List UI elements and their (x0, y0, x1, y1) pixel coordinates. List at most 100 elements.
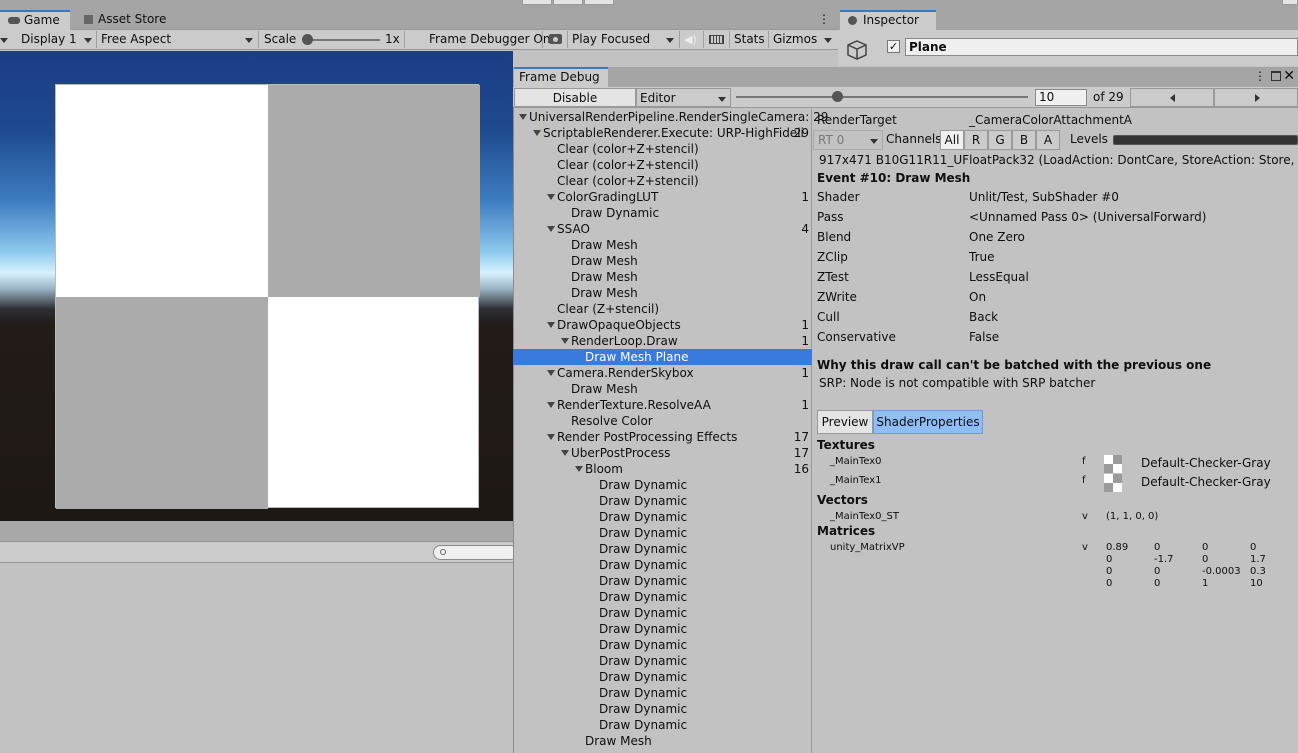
play-button[interactable] (522, 0, 552, 5)
event-index-field[interactable]: 10 (1035, 89, 1087, 106)
close-icon[interactable]: ✕ (1283, 68, 1295, 84)
tree-row[interactable]: ScriptableRenderer.Execute: URP-HighFide… (513, 125, 812, 141)
tree-row[interactable]: Bloom 16 (513, 461, 812, 477)
layout-button[interactable] (1282, 0, 1298, 5)
tree-row[interactable]: Draw Dynamic (513, 205, 812, 221)
tree-row[interactable]: Draw Mesh (513, 269, 812, 285)
pause-button[interactable] (553, 0, 583, 5)
channel-b-button[interactable]: B (1012, 130, 1036, 150)
tab-game[interactable]: Game (0, 10, 70, 30)
left-arrow-icon[interactable] (0, 30, 8, 49)
tree-row[interactable]: Draw Mesh Plane (513, 349, 812, 365)
tree-row[interactable]: Draw Mesh (513, 381, 812, 397)
channel-r-button[interactable]: R (964, 130, 988, 150)
tree-row[interactable]: Clear (color+Z+stencil) (513, 141, 812, 157)
scale-slider-track[interactable] (304, 39, 380, 41)
tree-row[interactable]: Draw Dynamic (513, 605, 812, 621)
expand-arrow-icon[interactable] (547, 194, 555, 200)
tree-row[interactable]: Draw Dynamic (513, 573, 812, 589)
tree-row[interactable]: Draw Dynamic (513, 669, 812, 685)
tree-row[interactable]: Draw Mesh (513, 285, 812, 301)
tree-row[interactable]: Draw Dynamic (513, 493, 812, 509)
tree-row[interactable]: UniversalRenderPipeline.RenderSingleCame… (513, 109, 828, 125)
gizmos-dropdown[interactable] (818, 30, 836, 49)
channel-all-button[interactable]: All (940, 130, 964, 150)
tree-row[interactable]: ColorGradingLUT 1 (513, 189, 812, 205)
tree-row[interactable]: Camera.RenderSkybox 1 (513, 365, 812, 381)
expand-arrow-icon[interactable] (561, 450, 569, 456)
channel-a-button[interactable]: A (1036, 130, 1060, 150)
expand-arrow-icon[interactable] (547, 402, 555, 408)
tree-row[interactable]: DrawOpaqueObjects 1 (513, 317, 812, 333)
event-slider-knob[interactable] (831, 91, 843, 102)
event-slider-track[interactable] (736, 96, 1028, 98)
tree-row[interactable]: RenderLoop.Draw 1 (513, 333, 812, 349)
keyboard-icon[interactable] (708, 30, 726, 49)
tree-row[interactable]: Draw Dynamic (513, 477, 812, 493)
play-focused-dropdown[interactable]: Play Focused (568, 30, 678, 49)
tree-row[interactable]: Draw Mesh (513, 733, 812, 749)
tab-frame-debug[interactable]: Frame Debug (514, 67, 608, 87)
tree-row[interactable]: Draw Dynamic (513, 621, 812, 637)
tree-row[interactable]: UberPostProcess 17 (513, 445, 812, 461)
scale-slider-knob[interactable] (302, 34, 313, 45)
previous-event-button[interactable] (1130, 88, 1214, 107)
next-event-button[interactable] (1214, 88, 1298, 107)
channel-g-button[interactable]: G (988, 130, 1012, 150)
tree-row[interactable]: Draw Dynamic (513, 653, 812, 669)
rt-dropdown[interactable]: RT 0 (813, 130, 883, 150)
target-dropdown[interactable]: Editor (636, 88, 731, 107)
tree-row-label: Draw Dynamic (599, 526, 688, 540)
levels-slider[interactable] (1113, 135, 1298, 145)
tree-row-count: 29 (793, 126, 809, 140)
tree-row[interactable]: Resolve Color (513, 413, 812, 429)
tree-row[interactable]: SSAO 4 (513, 221, 812, 237)
maximize-icon[interactable] (1271, 71, 1281, 81)
kebab-menu-icon[interactable]: ⋮ (818, 12, 830, 26)
tree-row[interactable]: Clear (color+Z+stencil) (513, 157, 812, 173)
tree-row[interactable]: Draw Mesh (513, 237, 812, 253)
expand-arrow-icon[interactable] (547, 370, 555, 376)
search-input[interactable] (433, 545, 518, 560)
expand-arrow-icon[interactable] (575, 466, 583, 472)
tree-row[interactable]: Render PostProcessing Effects 17 (513, 429, 812, 445)
tree-row[interactable]: Draw Dynamic (513, 701, 812, 717)
expand-arrow-icon[interactable] (547, 226, 555, 232)
step-button[interactable] (584, 0, 614, 5)
tree-row[interactable]: Clear (color+Z+stencil) (513, 173, 812, 189)
expand-arrow-icon[interactable] (519, 114, 527, 120)
expand-arrow-icon[interactable] (547, 434, 555, 440)
tab-shader-properties[interactable]: ShaderProperties (873, 410, 983, 434)
tree-row[interactable]: Draw Dynamic (513, 589, 812, 605)
tree-row[interactable]: Draw Mesh (513, 253, 812, 269)
expand-arrow-icon[interactable] (561, 338, 569, 344)
tree-row[interactable]: Draw Dynamic (513, 525, 812, 541)
tree-row-label: Draw Dynamic (599, 622, 688, 636)
kebab-menu-icon[interactable]: ⋮ (1254, 69, 1266, 83)
tree-row[interactable]: Draw Dynamic (513, 557, 812, 573)
object-name-field[interactable]: Plane (905, 38, 1298, 56)
display-dropdown[interactable]: Display 1 (12, 30, 96, 49)
gizmos-button[interactable]: Gizmos (773, 30, 817, 49)
stats-button[interactable]: Stats (734, 30, 765, 49)
tree-row[interactable]: Clear (Z+stencil) (513, 301, 812, 317)
mute-audio-icon[interactable]: ◀) (684, 30, 697, 49)
tree-row[interactable]: Draw Dynamic (513, 685, 812, 701)
aspect-dropdown[interactable]: Free Aspect (97, 30, 257, 49)
tree-row[interactable]: Draw Dynamic (513, 717, 812, 733)
disable-button[interactable]: Disable (514, 88, 636, 107)
active-checkbox[interactable]: ✓ (887, 40, 900, 53)
tree-row[interactable]: Draw Dynamic (513, 509, 812, 525)
expand-arrow-icon[interactable] (547, 322, 555, 328)
tree-row[interactable]: Draw Dynamic (513, 637, 812, 653)
tree-row[interactable]: RenderTexture.ResolveAA 1 (513, 397, 812, 413)
tree-row[interactable]: Draw Dynamic (513, 541, 812, 557)
expand-arrow-icon[interactable] (533, 130, 541, 136)
camera-icon[interactable] (547, 30, 565, 49)
matrix-cell: 0.89 (1106, 542, 1129, 553)
tab-preview[interactable]: Preview (817, 410, 873, 434)
texture-name: _MainTex0 (830, 456, 882, 467)
tab-asset-store[interactable]: Asset Store (76, 10, 176, 30)
tab-inspector[interactable]: Inspector (840, 10, 936, 30)
property-value: Back (969, 310, 999, 324)
